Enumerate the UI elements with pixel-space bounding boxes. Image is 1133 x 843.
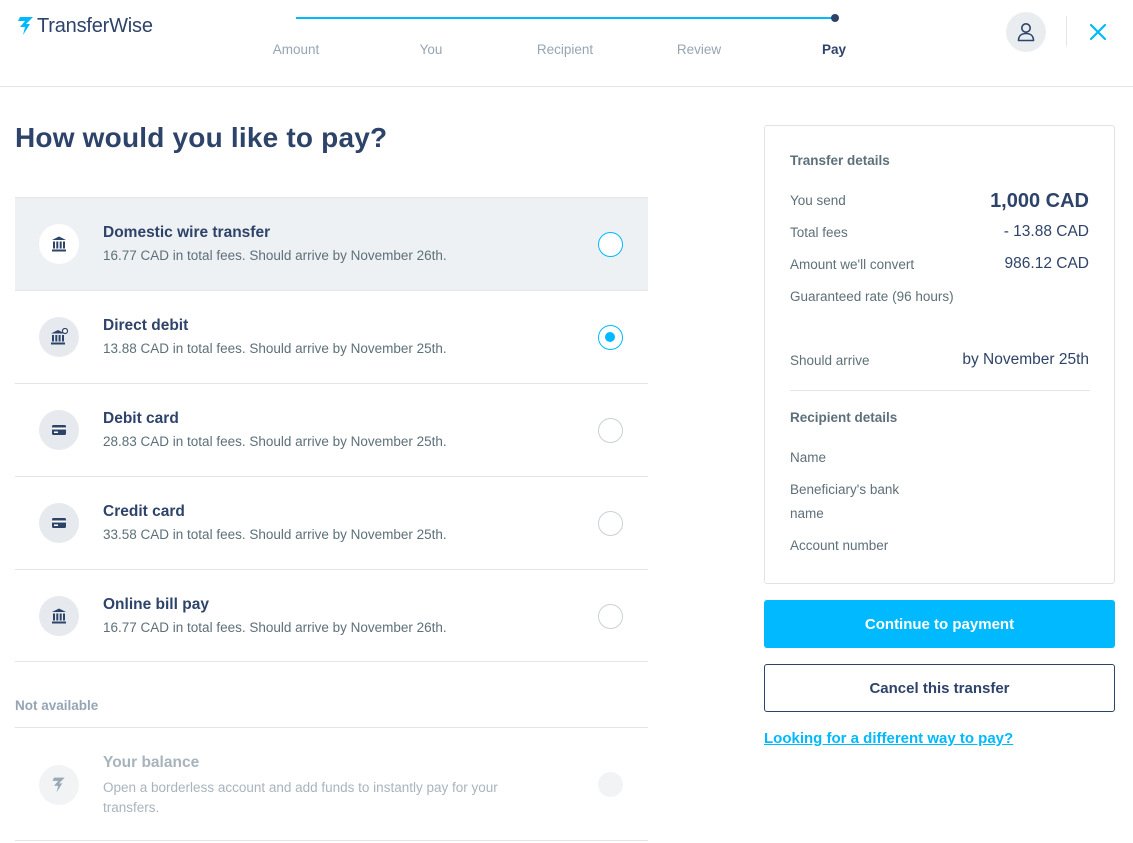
option-title: Online bill pay: [103, 596, 209, 613]
page-title: How would you like to pay?: [15, 122, 388, 153]
step-review[interactable]: Review: [677, 42, 721, 57]
option-description: 13.88 CAD in total fees. Should arrive b…: [103, 341, 447, 356]
option-radio-selected[interactable]: [598, 325, 623, 350]
top-header: TransferWise Amount You Recipient Review…: [0, 0, 1133, 87]
payment-option-direct-debit[interactable]: Direct debit 13.88 CAD in total fees. Sh…: [15, 290, 648, 383]
step-recipient[interactable]: Recipient: [537, 42, 593, 57]
continue-to-payment-button[interactable]: Continue to payment: [764, 600, 1115, 648]
stepper-current-dot: [831, 14, 839, 22]
payment-option-credit-card[interactable]: Credit card 33.58 CAD in total fees. Sho…: [15, 476, 648, 569]
payment-option-online-bill-pay[interactable]: Online bill pay 16.77 CAD in total fees.…: [15, 569, 648, 662]
logo-text: TransferWise: [37, 14, 153, 37]
beneficiary-bank-label-cont: name: [790, 506, 824, 521]
transfer-details-heading: Transfer details: [790, 153, 890, 168]
payment-options-list: Domestic wire transfer 16.77 CAD in tota…: [15, 197, 648, 662]
option-description: 28.83 CAD in total fees. Should arrive b…: [103, 434, 447, 449]
cancel-transfer-button[interactable]: Cancel this transfer: [764, 664, 1115, 712]
card-icon: [39, 410, 79, 450]
step-amount[interactable]: Amount: [273, 42, 320, 57]
beneficiary-bank-label: Beneficiary's bank: [790, 482, 900, 497]
recipient-details-heading: Recipient details: [790, 410, 898, 425]
step-pay[interactable]: Pay: [822, 42, 846, 57]
card-icon: [39, 503, 79, 543]
not-available-heading: Not available: [15, 698, 99, 713]
option-radio[interactable]: [598, 418, 623, 443]
transferwise-flag-icon: [18, 17, 33, 35]
bank-icon: [39, 224, 79, 264]
option-title: Domestic wire transfer: [103, 224, 271, 241]
bank-icon: [39, 596, 79, 636]
option-description: Open a borderless account and add funds …: [103, 780, 498, 815]
option-description: 16.77 CAD in total fees. Should arrive b…: [103, 248, 447, 263]
you-send-label: You send: [790, 193, 846, 208]
total-fees-value: - 13.88 CAD: [1003, 223, 1089, 240]
close-button[interactable]: [1086, 20, 1110, 44]
payment-option-debit-card[interactable]: Debit card 28.83 CAD in total fees. Shou…: [15, 383, 648, 476]
recipient-name-label: Name: [790, 450, 827, 465]
progress-stepper: Amount You Recipient Review Pay: [270, 0, 870, 87]
option-radio[interactable]: [598, 232, 623, 257]
close-icon: [1089, 23, 1107, 41]
guaranteed-rate-label[interactable]: Guaranteed rate (96 hours): [790, 289, 954, 304]
transferwise-flag-icon: [39, 765, 79, 805]
option-description: 33.58 CAD in total fees. Should arrive b…: [103, 527, 447, 542]
option-radio[interactable]: [598, 604, 623, 629]
total-fees-label: Total fees: [790, 225, 848, 240]
option-title: Direct debit: [103, 317, 189, 334]
different-way-to-pay-link[interactable]: Looking for a different way to pay?: [764, 730, 1013, 747]
stepper-track: [296, 17, 835, 19]
should-arrive-value: by November 25th: [962, 351, 1089, 368]
should-arrive-label: Should arrive: [790, 353, 870, 368]
payment-option-your-balance-disabled: Your balance Open a borderless account a…: [15, 727, 648, 841]
option-radio-disabled: [598, 772, 623, 797]
amount-convert-label: Amount we'll convert: [790, 257, 915, 272]
option-description: 16.77 CAD in total fees. Should arrive b…: [103, 620, 447, 635]
logo[interactable]: TransferWise: [16, 14, 153, 38]
account-number-label: Account number: [790, 538, 889, 553]
header-divider: [1066, 16, 1067, 46]
details-divider: [790, 390, 1090, 391]
amount-convert-value: 986.12 CAD: [1004, 255, 1089, 272]
option-title: Your balance: [103, 754, 200, 771]
stepper-progress-fill: [296, 17, 835, 19]
step-you[interactable]: You: [420, 42, 443, 57]
you-send-value: 1,000 CAD: [990, 190, 1089, 212]
bank-debit-icon: [39, 317, 79, 357]
option-radio[interactable]: [598, 511, 623, 536]
user-icon: [1017, 23, 1035, 42]
option-title: Credit card: [103, 503, 185, 520]
profile-button[interactable]: [1006, 12, 1046, 52]
payment-option-domestic-wire[interactable]: Domestic wire transfer 16.77 CAD in tota…: [15, 197, 648, 290]
option-title: Debit card: [103, 410, 179, 427]
transfer-summary-panel: Transfer details You send 1,000 CAD Tota…: [764, 125, 1115, 584]
